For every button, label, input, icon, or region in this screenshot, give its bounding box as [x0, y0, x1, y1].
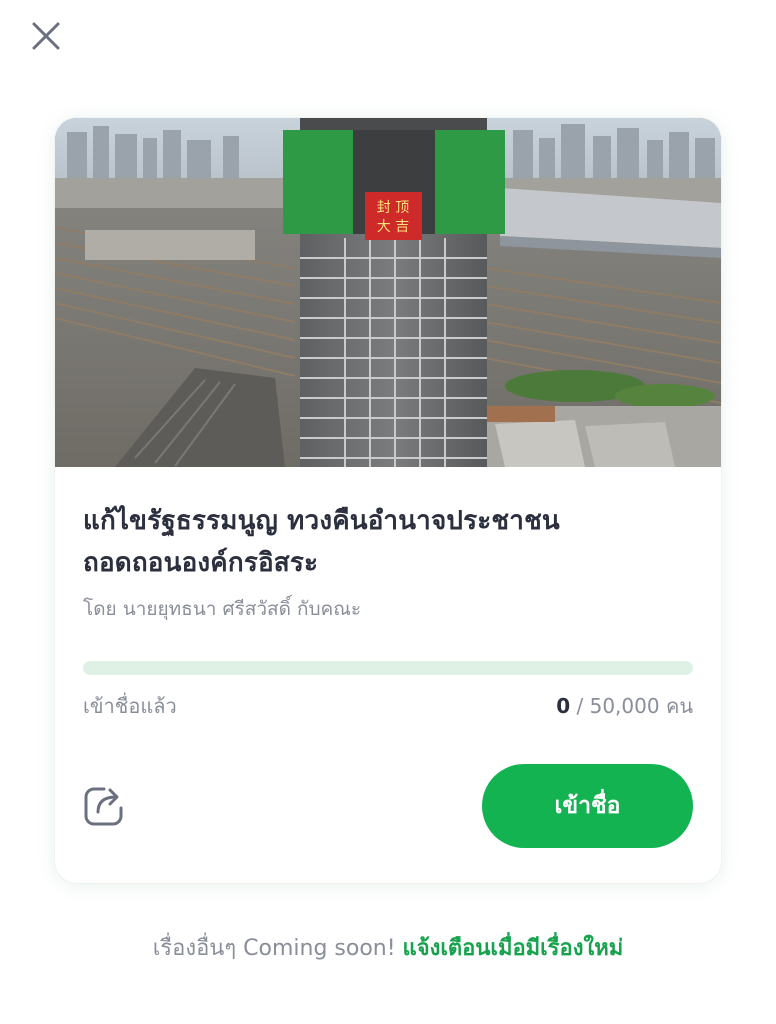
banner-text: 封 顶	[377, 200, 409, 216]
petition-card: 封 顶 大 吉 แก้ไขรัฐธรรมนูญ ทวงคืนอำนาจประชา…	[55, 118, 721, 883]
petition-title-line1: แก้ไขรัฐธรรมนูญ ทวงคืนอำนาจประชาชน	[83, 506, 560, 536]
svg-text:大 吉: 大 吉	[377, 219, 409, 235]
signature-progress-bar	[83, 661, 693, 675]
footer-notice: เรื่องอื่นๆ Coming soon! แจ้งเตือนเมื่อม…	[0, 930, 776, 965]
signature-count-row: เข้าชื่อแล้ว 0 / 50,000 คน	[83, 690, 693, 722]
signed-label: เข้าชื่อแล้ว	[83, 694, 177, 718]
petition-byline: โดย นายยุทธนา ศรีสวัสดิ์ กับคณะ	[83, 598, 362, 620]
sign-petition-button[interactable]: เข้าชื่อ	[482, 764, 693, 848]
petition-title-line2: ถอดถอนองค์กรอิสระ	[83, 548, 319, 578]
signature-goal: / 50,000 คน	[570, 694, 694, 718]
footer-text: เรื่องอื่นๆ Coming soon!	[152, 936, 403, 961]
close-button[interactable]	[26, 16, 66, 56]
petition-info: แก้ไขรัฐธรรมนูญ ทวงคืนอำนาจประชาชน ถอดถอ…	[83, 500, 693, 624]
notify-new-topics-link[interactable]: แจ้งเตือนเมื่อมีเรื่องใหม่	[403, 936, 624, 961]
signature-count: 0 / 50,000 คน	[556, 690, 693, 722]
petition-title: แก้ไขรัฐธรรมนูญ ทวงคืนอำนาจประชาชน ถอดถอ…	[83, 500, 693, 584]
signed-count: 0	[556, 694, 571, 718]
petition-page: 封 顶 大 吉 แก้ไขรัฐธรรมนูญ ทวงคืนอำนาจประชา…	[0, 0, 776, 1024]
share-button[interactable]	[81, 783, 127, 829]
close-icon	[32, 22, 60, 50]
petition-image: 封 顶 大 吉	[55, 118, 721, 467]
share-icon	[84, 787, 123, 826]
